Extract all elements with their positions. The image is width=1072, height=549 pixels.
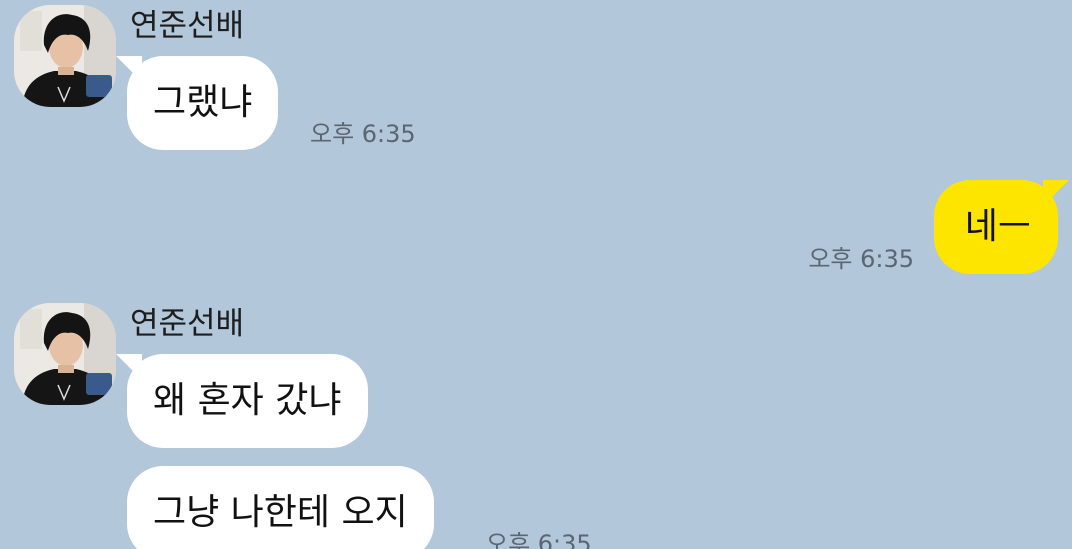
message-timestamp: 오후 6:35	[486, 530, 592, 549]
message-text: 네ㅡ	[964, 206, 1031, 247]
message-bubble[interactable]: 왜 혼자 갔냐	[116, 354, 368, 448]
sender-name: 연준선배	[130, 306, 245, 342]
sender-name: 연준선배	[130, 8, 245, 44]
message-bubble[interactable]: 그랬냐	[116, 56, 279, 150]
message-timestamp: 오후 6:35	[808, 245, 914, 273]
bubble-tail	[1043, 180, 1069, 206]
sender-avatar[interactable]	[14, 303, 116, 405]
message-text: 왜 혼자 갔냐	[153, 380, 342, 421]
message-timestamp: 오후 6:35	[310, 120, 416, 148]
message-bubble[interactable]: 네ㅡ	[933, 180, 1069, 274]
sender-avatar[interactable]	[14, 5, 116, 107]
message-text: 그랬냐	[153, 82, 253, 123]
bubble-tail	[116, 354, 142, 380]
profile-photo-icon	[14, 303, 116, 405]
profile-photo-icon	[14, 5, 116, 107]
message-bubble[interactable]: 그냥 나한테 오지	[127, 466, 434, 549]
bubble-tail	[116, 56, 142, 82]
chat-room[interactable]: 연준선배 그랬냐 오후 6:35 네ㅡ 오후 6:35 연준선배 왜 혼자 갔냐…	[0, 0, 1072, 549]
message-text: 그냥 나한테 오지	[153, 492, 408, 533]
